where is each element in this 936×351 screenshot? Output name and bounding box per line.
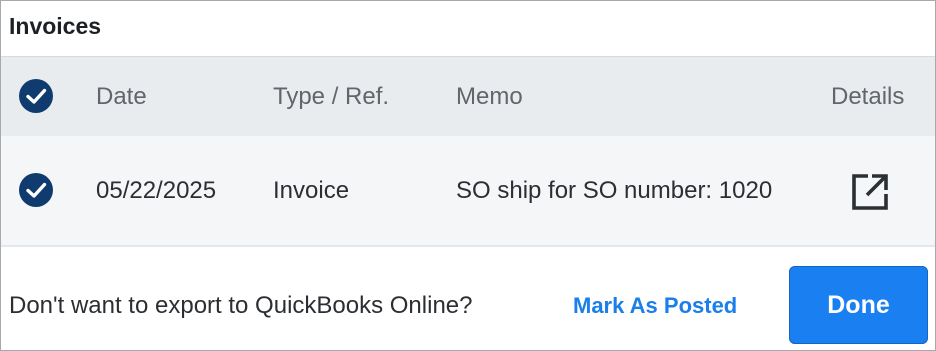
column-header-memo[interactable]: Memo (456, 83, 523, 111)
external-link-icon[interactable] (850, 172, 890, 212)
select-all-checkbox[interactable] (19, 79, 53, 113)
invoices-panel: Invoices Date Type / Ref. Memo Details 0… (0, 0, 936, 351)
export-prompt: Don't want to export to QuickBooks Onlin… (9, 292, 473, 319)
row-type-ref: Invoice (273, 177, 350, 204)
column-header-details: Details (831, 83, 905, 110)
checkmark-icon (26, 182, 47, 198)
panel-title: Invoices (9, 13, 102, 39)
column-header-date[interactable]: Date (96, 83, 147, 111)
mark-as-posted-link[interactable]: Mark As Posted (573, 293, 737, 319)
column-header-type-ref[interactable]: Type / Ref. (273, 83, 389, 111)
table-row[interactable]: 05/22/2025 Invoice SO ship for SO number… (1, 136, 935, 247)
done-button[interactable]: Done (789, 266, 928, 344)
checkmark-icon (26, 88, 47, 104)
row-checkbox[interactable] (19, 173, 53, 207)
table-header-row: Date Type / Ref. Memo Details (1, 56, 935, 137)
row-memo: SO ship for SO number: 1020 (456, 177, 773, 204)
row-date: 05/22/2025 (96, 177, 217, 204)
